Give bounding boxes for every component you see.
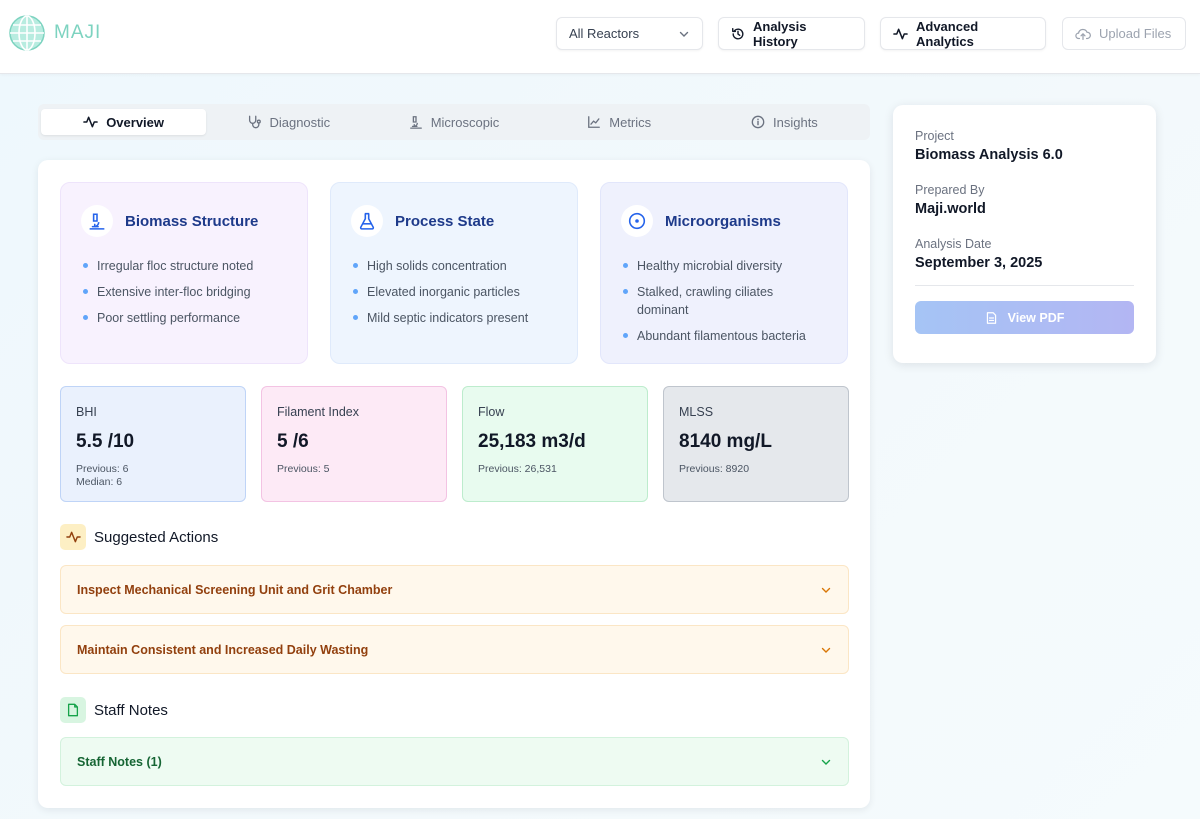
- tab-bar: Overview Diagnostic Microscopic Metrics …: [38, 104, 870, 140]
- microscope-icon: [409, 115, 423, 129]
- staff-notes-accordion[interactable]: Staff Notes (1): [60, 737, 849, 786]
- reactor-select-value: All Reactors: [569, 26, 640, 41]
- line-chart-icon: [587, 115, 601, 129]
- project-value: Biomass Analysis 6.0: [915, 147, 1063, 163]
- tab-label: Metrics: [609, 114, 652, 130]
- advanced-analytics-label: Advanced Analytics: [916, 18, 979, 49]
- list-item: Abundant filamentous bacteria: [623, 327, 827, 345]
- app-header: MAJI All Reactors Analysis History Advan…: [0, 0, 1200, 74]
- metric-mlss: MLSS 8140 mg/L Previous: 8920: [663, 386, 849, 502]
- list-item: Stalked, crawling ciliates dominant: [623, 283, 827, 319]
- tab-diagnostic[interactable]: Diagnostic: [206, 109, 371, 135]
- list-item: Poor settling performance: [83, 309, 287, 327]
- analysis-history-label: Analysis History: [753, 18, 807, 49]
- card-title: Process State: [395, 212, 495, 230]
- metric-median: Median: 6: [76, 476, 123, 488]
- prepared-by-value: Maji.world: [915, 201, 986, 217]
- action-item-screening[interactable]: Inspect Mechanical Screening Unit and Gr…: [60, 565, 849, 614]
- tab-metrics[interactable]: Metrics: [537, 109, 702, 135]
- report-info-card: Project Biomass Analysis 6.0 Prepared By…: [893, 105, 1156, 363]
- metric-bhi: BHI 5.5 /10 Previous: 6 Median: 6: [60, 386, 246, 502]
- staff-notes-heading: Staff Notes: [60, 697, 168, 723]
- upload-files-label: Upload Files: [1099, 26, 1172, 41]
- accordion-label: Staff Notes (1): [77, 754, 162, 769]
- activity-icon: [83, 115, 98, 129]
- analysis-history-button[interactable]: Analysis History: [718, 17, 865, 50]
- metric-flow: Flow 25,183 m3/d Previous: 26,531: [462, 386, 648, 502]
- metric-previous: Previous: 26,531: [478, 463, 557, 475]
- metric-value: 8140 mg/L: [679, 431, 772, 452]
- metric-label: BHI: [76, 405, 97, 419]
- metric-previous: Previous: 6: [76, 463, 129, 475]
- card-title: Biomass Structure: [125, 212, 259, 230]
- microorganisms-card: Microorganisms Healthy microbial diversi…: [600, 182, 848, 364]
- metric-value: 5 /6: [277, 431, 309, 452]
- list-item: High solids concentration: [353, 257, 557, 275]
- tab-microscopic[interactable]: Microscopic: [371, 109, 536, 135]
- tab-label: Overview: [106, 114, 165, 130]
- metric-label: Flow: [478, 405, 505, 419]
- metric-label: Filament Index: [277, 405, 359, 419]
- suggested-actions-heading: Suggested Actions: [60, 524, 218, 550]
- history-icon: [731, 27, 745, 41]
- metric-filament-index: Filament Index 5 /6 Previous: 5: [261, 386, 447, 502]
- logo[interactable]: MAJI: [8, 14, 101, 52]
- prepared-by-label: Prepared By: [915, 183, 985, 197]
- accordion-label: Inspect Mechanical Screening Unit and Gr…: [77, 582, 393, 597]
- reactor-select[interactable]: All Reactors: [556, 17, 703, 50]
- view-pdf-button[interactable]: View PDF: [915, 301, 1134, 334]
- tab-label: Insights: [773, 114, 818, 130]
- tab-label: Diagnostic: [269, 114, 331, 130]
- logo-text: MAJI: [54, 22, 102, 43]
- tab-insights[interactable]: Insights: [702, 109, 867, 135]
- microscope-icon: [81, 205, 113, 237]
- activity-icon: [60, 524, 86, 550]
- chevron-down-icon: [678, 28, 690, 40]
- chevron-down-icon: [820, 756, 832, 768]
- globe-logo-icon: [8, 14, 46, 52]
- document-icon: [60, 697, 86, 723]
- view-pdf-label: View PDF: [1007, 310, 1065, 325]
- divider: [915, 285, 1134, 286]
- advanced-analytics-button[interactable]: Advanced Analytics: [880, 17, 1046, 50]
- list-item: Healthy microbial diversity: [623, 257, 827, 275]
- accordion-label: Maintain Consistent and Increased Daily …: [77, 642, 369, 657]
- list-item: Irregular floc structure noted: [83, 257, 287, 275]
- project-label: Project: [915, 129, 954, 143]
- list-item: Elevated inorganic particles: [353, 283, 557, 301]
- document-icon: [985, 311, 998, 325]
- stethoscope-icon: [247, 115, 262, 129]
- tab-overview[interactable]: Overview: [41, 109, 207, 135]
- list-item: Mild septic indicators present: [353, 309, 557, 327]
- list-item: Extensive inter-floc bridging: [83, 283, 287, 301]
- target-icon: [621, 205, 653, 237]
- metric-previous: Previous: 8920: [679, 463, 750, 475]
- chevron-down-icon: [820, 584, 832, 596]
- analysis-date-value: September 3, 2025: [915, 255, 1043, 271]
- metric-label: MLSS: [679, 405, 714, 419]
- activity-icon: [893, 27, 908, 41]
- upload-files-button[interactable]: Upload Files: [1062, 17, 1186, 50]
- metric-value: 25,183 m3/d: [478, 431, 586, 452]
- action-item-wasting[interactable]: Maintain Consistent and Increased Daily …: [60, 625, 849, 674]
- biomass-structure-card: Biomass Structure Irregular floc structu…: [60, 182, 308, 364]
- overview-panel: Biomass Structure Irregular floc structu…: [38, 160, 870, 808]
- metric-previous: Previous: 5: [277, 463, 330, 475]
- info-icon: [751, 115, 765, 129]
- card-title: Microorganisms: [665, 212, 781, 230]
- chevron-down-icon: [820, 644, 832, 656]
- tab-label: Microscopic: [430, 114, 500, 130]
- flask-icon: [351, 205, 383, 237]
- metric-value: 5.5 /10: [76, 431, 135, 452]
- section-title: Staff Notes: [94, 701, 168, 719]
- section-title: Suggested Actions: [94, 528, 219, 546]
- analysis-date-label: Analysis Date: [915, 237, 992, 251]
- cloud-upload-icon: [1075, 27, 1091, 41]
- process-state-card: Process State High solids concentration …: [330, 182, 578, 364]
